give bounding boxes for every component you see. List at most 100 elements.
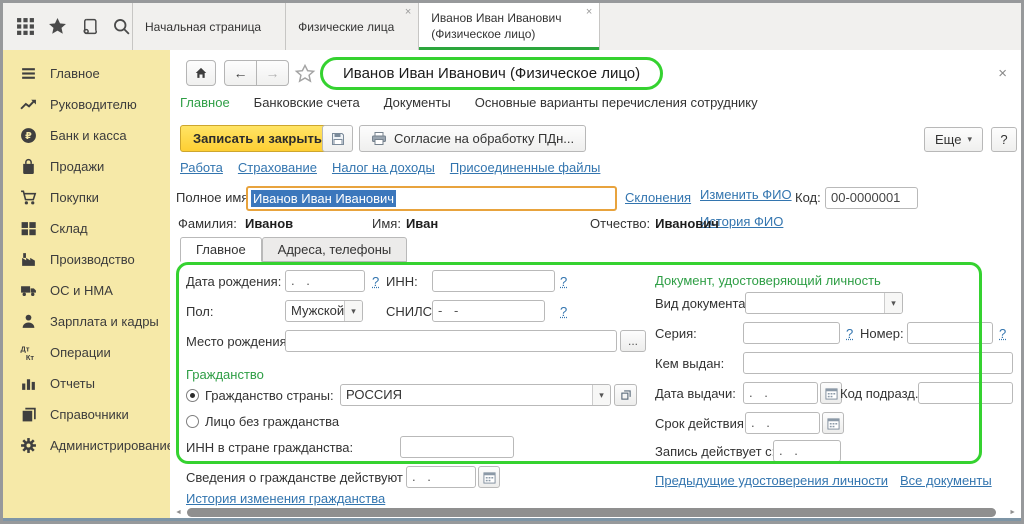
back-button[interactable]: ← <box>224 60 257 86</box>
doc-nav-item[interactable]: Банковские счета <box>254 95 360 110</box>
sidebar-item-glavnoe[interactable]: Главное <box>3 58 170 89</box>
sidebar-item-label: Операции <box>50 345 111 360</box>
consent-button-label: Согласие на обработку ПДн... <box>394 131 574 146</box>
issue-date-input[interactable]: . . <box>743 382 818 404</box>
quick-link[interactable]: Присоединенные файлы <box>450 160 601 175</box>
quick-link[interactable]: Налог на доходы <box>332 160 435 175</box>
foreign-inn-label: ИНН в стране гражданства: <box>186 436 353 460</box>
close-icon[interactable]: × <box>998 66 1007 81</box>
expiry-input[interactable]: . . <box>745 412 820 434</box>
sidebar-item-otchety[interactable]: Отчеты <box>3 368 170 399</box>
chevron-down-icon[interactable]: ▾ <box>884 293 902 313</box>
app-tab[interactable]: Иванов Иван Иванович (Физическое лицо)× <box>418 3 600 50</box>
citizenship-valid-calendar-button[interactable] <box>478 466 500 488</box>
sidebar-item-administrirovanie[interactable]: Администрирование <box>3 430 170 461</box>
save-and-close-button[interactable]: Записать и закрыть <box>180 125 335 152</box>
doc-kind-label: Вид документа: <box>655 292 749 316</box>
help-button[interactable]: ? <box>991 127 1017 152</box>
app-tabs: Начальная страницаФизические лица×Иванов… <box>132 3 600 50</box>
sidebar-item-sklad[interactable]: Склад <box>3 213 170 244</box>
number-input[interactable] <box>907 322 993 344</box>
sidebar-item-spravochniki[interactable]: Справочники <box>3 399 170 430</box>
forward-button[interactable]: → <box>256 60 289 86</box>
doc-nav-item[interactable]: Документы <box>384 95 451 110</box>
app-tab[interactable]: Физические лица× <box>285 3 418 50</box>
subtab[interactable]: Главное <box>180 237 262 262</box>
save-button[interactable] <box>322 125 353 152</box>
sidebar-item-bank-i-kassa[interactable]: ₽Банк и касса <box>3 120 170 151</box>
scroll-left-icon[interactable]: ◄ <box>175 509 182 516</box>
birth-date-help-link[interactable]: ? <box>372 272 379 292</box>
citizenship-history-link[interactable]: История изменения гражданства <box>186 491 385 506</box>
open-form-icon <box>620 389 632 401</box>
stateless-label[interactable]: Лицо без гражданства <box>205 410 339 434</box>
previous-docs-link[interactable]: Предыдущие удостоверения личности <box>655 473 888 488</box>
sidebar-item-proizvodstvo[interactable]: Производство <box>3 244 170 275</box>
home-button[interactable] <box>186 60 216 86</box>
inn-help-link[interactable]: ? <box>560 272 567 292</box>
quick-link[interactable]: Работа <box>180 160 223 175</box>
number-help-link[interactable]: ? <box>999 324 1006 344</box>
citizenship-valid-input[interactable]: . . <box>406 466 476 488</box>
subtab[interactable]: Адреса, телефоны <box>262 237 408 262</box>
series-help-link[interactable]: ? <box>846 324 853 344</box>
code-input[interactable]: 00-0000001 <box>825 187 918 209</box>
more-button[interactable]: Еще ▾ <box>924 127 983 152</box>
scrollbar-thumb[interactable] <box>187 508 996 517</box>
record-valid-input[interactable]: . . <box>773 440 841 462</box>
doc-kind-select[interactable]: ▾ <box>745 292 903 314</box>
issued-by-input[interactable] <box>743 352 1013 374</box>
favorite-star-icon[interactable] <box>294 63 316 85</box>
sidebar-item-pokupki[interactable]: Покупки <box>3 182 170 213</box>
apps-menu-icon[interactable] <box>16 17 35 36</box>
expiry-calendar-button[interactable] <box>822 412 844 434</box>
tab-close-icon[interactable]: × <box>405 7 411 18</box>
issue-date-calendar-button[interactable] <box>820 382 842 404</box>
quick-link[interactable]: Страхование <box>238 160 317 175</box>
debit-credit-icon: ДтКт <box>20 344 37 361</box>
stateless-radio[interactable] <box>186 415 199 428</box>
snils-input[interactable]: - - <box>432 300 545 322</box>
sidebar-item-label: Банк и касса <box>50 128 127 143</box>
foreign-inn-input[interactable] <box>400 436 514 458</box>
gender-label: Пол: <box>186 300 214 324</box>
birth-place-picker-button[interactable]: ... <box>620 330 646 352</box>
change-fio-link[interactable]: Изменить ФИО <box>700 187 792 202</box>
favorites-star-icon[interactable] <box>48 17 67 36</box>
sidebar-item-zarplata-i-kadry[interactable]: Зарплата и кадры <box>3 306 170 337</box>
sidebar-item-prodazhi[interactable]: Продажи <box>3 151 170 182</box>
birth-date-input[interactable]: . . <box>285 270 365 292</box>
app-tab[interactable]: Начальная страница <box>132 3 285 50</box>
expiry-label: Срок действия: <box>655 412 748 436</box>
gender-select[interactable]: Мужской ▾ <box>285 300 363 322</box>
calendar-icon <box>827 417 840 430</box>
snils-help-link[interactable]: ? <box>560 302 567 322</box>
scrollbar-track[interactable] <box>185 508 1006 517</box>
sidebar-item-os-i-nma[interactable]: ОС и НМА <box>3 275 170 306</box>
scroll-right-icon[interactable]: ► <box>1009 509 1016 516</box>
all-docs-link[interactable]: Все документы <box>900 473 992 488</box>
citizenship-country-select[interactable]: РОССИЯ ▾ <box>340 384 611 406</box>
sidebar-item-rukovoditelyu[interactable]: Руководителю <box>3 89 170 120</box>
history-icon[interactable] <box>80 17 99 36</box>
search-icon[interactable] <box>112 17 131 36</box>
dept-code-input[interactable] <box>918 382 1013 404</box>
citizenship-country-label[interactable]: Гражданство страны: <box>205 384 334 408</box>
sidebar-item-label: Справочники <box>50 407 129 422</box>
chevron-down-icon[interactable]: ▾ <box>592 385 610 405</box>
full-name-input[interactable]: Иванов Иван Иванович <box>246 186 617 211</box>
open-country-button[interactable] <box>614 384 637 406</box>
chevron-down-icon[interactable]: ▾ <box>344 301 362 321</box>
doc-nav-item[interactable]: Главное <box>180 95 230 110</box>
doc-nav-item[interactable]: Основные варианты перечисления сотрудник… <box>475 95 758 110</box>
citizenship-country-radio[interactable] <box>186 389 199 402</box>
tab-close-icon[interactable]: × <box>586 7 592 18</box>
declension-link[interactable]: Склонения <box>625 190 691 205</box>
citizenship-valid-label: Сведения о гражданстве действуют с: <box>186 466 417 490</box>
sidebar-item-operacii[interactable]: ДтКт Операции <box>3 337 170 368</box>
consent-print-button[interactable]: Согласие на обработку ПДн... <box>359 125 586 152</box>
birth-place-input[interactable] <box>285 330 617 352</box>
series-input[interactable] <box>743 322 840 344</box>
factory-icon <box>20 251 37 268</box>
inn-input[interactable] <box>432 270 555 292</box>
